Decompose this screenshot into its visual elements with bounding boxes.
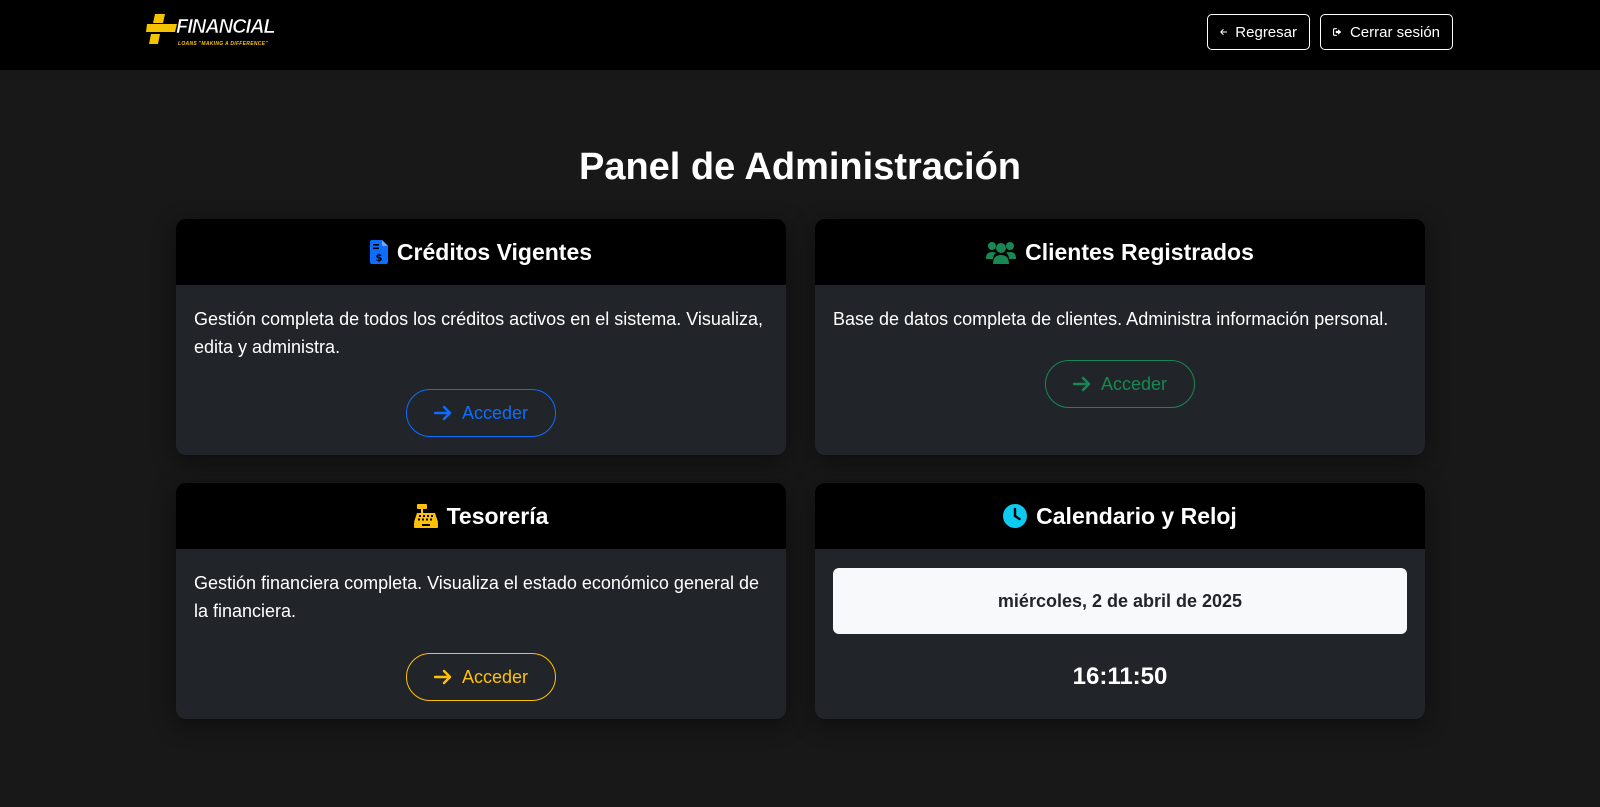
arrow-left-icon <box>1220 29 1228 35</box>
logout-button[interactable]: Cerrar sesión <box>1320 14 1453 50</box>
card-title: Tesorería <box>446 502 549 529</box>
financial-logo[interactable]: FINANCIAL LOANS "MAKING A DIFFERENCE" <box>146 12 276 52</box>
current-time: 16:11:50 <box>1072 663 1168 690</box>
arrow-right-icon <box>1072 376 1091 392</box>
logo-text: FINANCIAL <box>176 16 276 39</box>
acceder-creditos-button[interactable]: Acceder <box>406 389 556 437</box>
arrow-right-icon <box>433 405 452 421</box>
back-button[interactable]: Regresar <box>1207 14 1310 50</box>
acceder-tesoreria-button[interactable]: Acceder <box>406 653 556 701</box>
card-description: Gestión completa de todos los créditos a… <box>194 309 763 357</box>
page-title: Panel de Administración <box>578 146 1022 188</box>
users-icon <box>986 242 1017 264</box>
card-description: Gestión financiera completa. Visualiza e… <box>194 573 760 621</box>
top-navbar: FINANCIAL LOANS "MAKING A DIFFERENCE" Re… <box>0 0 1600 70</box>
acceder-label: Acceder <box>1100 373 1168 394</box>
card-header: Calendario y Reloj <box>815 483 1425 549</box>
clock-icon <box>1003 504 1028 528</box>
card-title: Calendario y Reloj <box>1036 502 1237 529</box>
card-header: Tesorería <box>176 483 786 549</box>
card-header: $ Créditos Vigentes <box>176 219 786 285</box>
acceder-clientes-button[interactable]: Acceder <box>1045 360 1195 408</box>
acceder-label: Acceder <box>461 666 529 687</box>
logo-tagline: LOANS "MAKING A DIFFERENCE" <box>178 41 268 47</box>
card-description: Base de datos completa de clientes. Admi… <box>833 309 1389 329</box>
invoice-dollar-icon: $ <box>369 240 388 264</box>
svg-text:$: $ <box>375 253 382 264</box>
card-tesoreria: Tesorería Gestión financiera completa. V… <box>176 483 786 719</box>
logout-label: Cerrar sesión <box>1349 23 1440 41</box>
current-date: miércoles, 2 de abril de 2025 <box>833 568 1407 634</box>
card-clientes-registrados: Clientes Registrados Base de datos compl… <box>815 219 1425 455</box>
sign-out-icon <box>1333 28 1342 36</box>
cash-register-icon <box>413 504 438 528</box>
card-creditos-vigentes: $ Créditos Vigentes Gestión completa de … <box>176 219 786 455</box>
card-header: Clientes Registrados <box>815 219 1425 285</box>
back-label: Regresar <box>1235 23 1297 41</box>
card-calendario-reloj: Calendario y Reloj miércoles, 2 de abril… <box>815 483 1425 719</box>
acceder-label: Acceder <box>461 402 529 423</box>
card-title: Clientes Registrados <box>1025 238 1254 265</box>
arrow-right-icon <box>433 669 452 685</box>
card-title: Créditos Vigentes <box>396 238 593 265</box>
